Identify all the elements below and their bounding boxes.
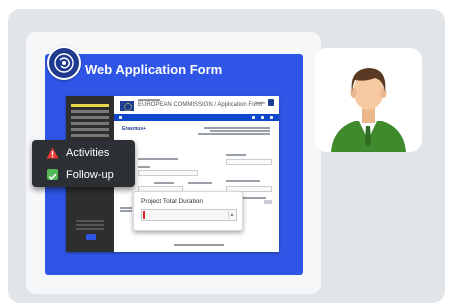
sidebar-note — [76, 228, 104, 230]
menu-item-follow-up[interactable]: Follow-up — [32, 164, 135, 186]
app-logo-icon — [47, 46, 81, 80]
menu-item-label: Activities — [66, 147, 110, 159]
popup-label: Project Total Duration — [141, 198, 204, 205]
check-icon — [47, 169, 58, 180]
screen-footer — [174, 244, 224, 246]
sidebar-item — [71, 104, 109, 107]
sidebar-item — [71, 116, 109, 119]
duration-popup: Project Total Duration ▲ — [133, 191, 243, 231]
screen-nav — [114, 114, 279, 121]
text-line — [120, 210, 132, 212]
text-line — [138, 158, 178, 160]
stepper-icon[interactable]: ▲ — [228, 211, 235, 219]
text-line — [226, 180, 260, 182]
context-menu: Activities Follow-up — [32, 140, 135, 187]
text-line — [226, 154, 246, 156]
user-avatar-icon — [331, 68, 406, 152]
menu-item-activities[interactable]: Activities — [32, 142, 135, 164]
user-icon — [268, 99, 274, 106]
commission-logo-icon — [120, 101, 134, 111]
text-line — [210, 130, 270, 132]
text-line — [188, 182, 212, 184]
sidebar-note — [76, 224, 104, 226]
text-line — [198, 133, 270, 135]
warning-icon — [46, 147, 59, 159]
header-kicker — [138, 99, 160, 101]
card-title: Web Application Form — [85, 62, 223, 77]
mini-button — [264, 200, 272, 204]
avatar-card — [315, 48, 422, 152]
screen-user: Smith — [254, 100, 265, 105]
sidebar-item — [71, 122, 109, 125]
menu-item-label: Follow-up — [66, 169, 114, 181]
nav-icon — [270, 116, 273, 119]
sidebar-item — [71, 134, 109, 137]
form-field — [226, 159, 272, 165]
duration-input[interactable]: ▲ — [141, 209, 237, 221]
screen-brand: Erasmus+ — [122, 126, 147, 132]
nav-icon — [252, 116, 255, 119]
sidebar-note — [76, 220, 104, 222]
sidebar-item — [71, 110, 109, 113]
form-field — [138, 170, 198, 176]
text-line — [138, 166, 150, 168]
sidebar-button — [86, 234, 96, 240]
screen-header: EUROPEAN COMMISSION / Application Form — [138, 102, 263, 108]
text-line — [120, 207, 132, 209]
text-line — [154, 182, 174, 184]
home-icon — [119, 116, 122, 119]
text-line — [204, 127, 270, 129]
sidebar-item — [71, 128, 109, 131]
nav-icon — [261, 116, 264, 119]
